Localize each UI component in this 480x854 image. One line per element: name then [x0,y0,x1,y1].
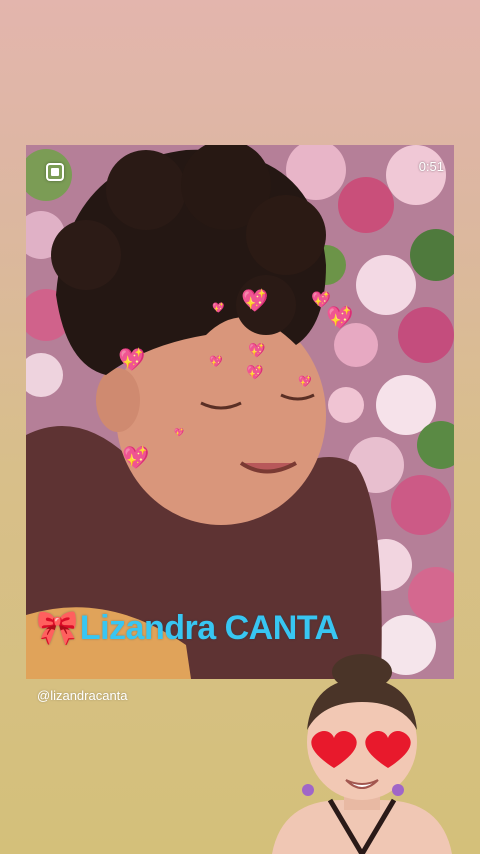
svg-text:💖: 💖 [246,364,264,380]
ribbon-icon: 🎀 [36,609,78,647]
video-player[interactable]: 💖 💖 💖 💖 💖 💖 💖 💖 💖 💖 💖 0:51 🎀 Lizandra CA… [26,145,454,679]
svg-text:💖: 💖 [298,375,312,388]
svg-text:💖: 💖 [174,427,184,437]
svg-text:💖: 💖 [212,301,225,314]
memoji-avatar-sticker [272,654,452,854]
svg-text:💖: 💖 [241,288,269,313]
svg-text:💖: 💖 [118,347,146,372]
account-handle[interactable]: @lizandracanta [37,688,128,703]
svg-text:💖: 💖 [122,445,150,470]
video-frame: 💖 💖 💖 💖 💖 💖 💖 💖 💖 💖 💖 [26,145,454,679]
caption-text: Lizandra CANTA [79,608,339,647]
svg-text:💖: 💖 [311,290,331,309]
video-caption: 🎀 Lizandra CANTA [36,608,339,648]
svg-text:💖: 💖 [248,342,266,358]
video-duration: 0:51 [418,159,444,174]
mute-icon[interactable] [46,163,64,181]
svg-text:💖: 💖 [209,355,223,368]
